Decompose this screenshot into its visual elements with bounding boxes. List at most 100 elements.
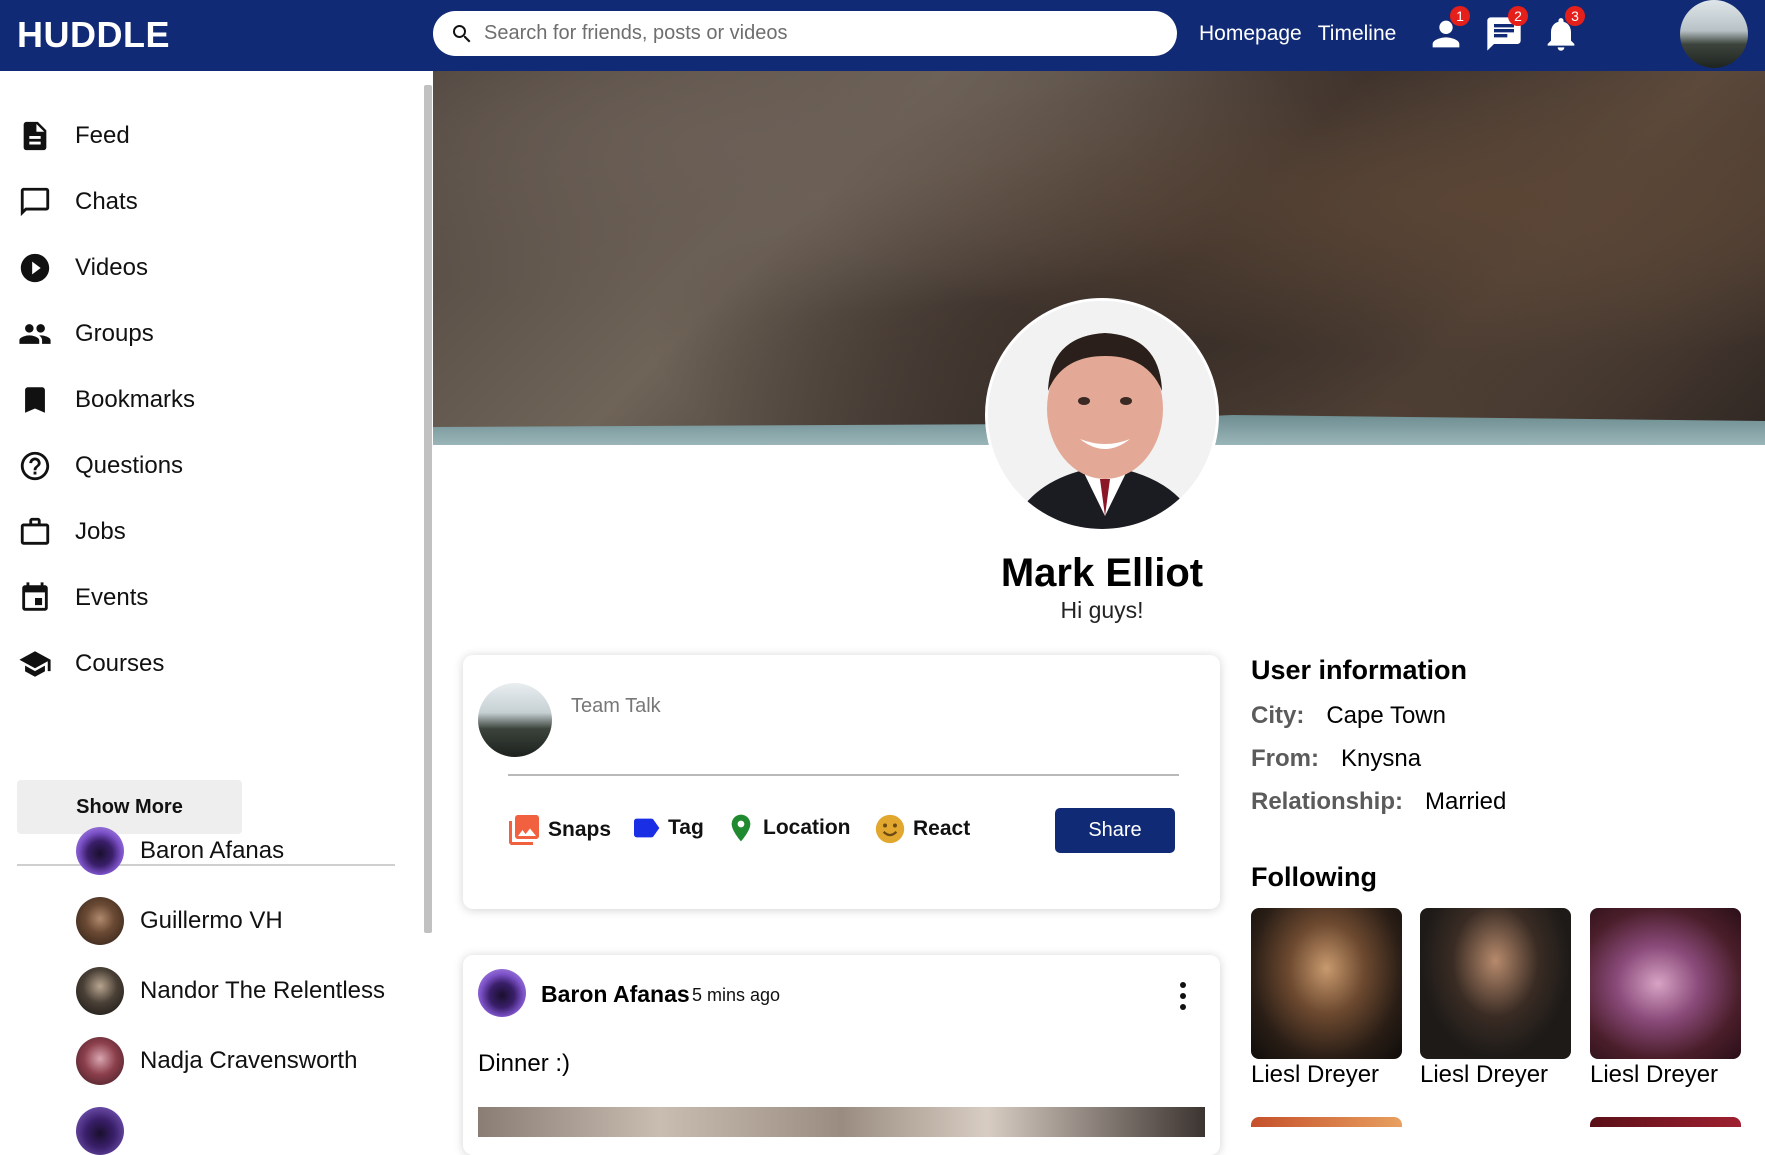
info-value: Knysna bbox=[1341, 745, 1422, 772]
search-bar[interactable] bbox=[433, 11, 1177, 56]
school-icon bbox=[19, 651, 51, 677]
avatar bbox=[76, 967, 124, 1015]
following-name: Liesl Dreyer bbox=[1590, 1061, 1719, 1088]
following-name: Liesl Dreyer bbox=[1251, 1061, 1380, 1088]
following-photo bbox=[1420, 908, 1571, 1059]
friend-list-item[interactable]: Baron Afanas bbox=[76, 827, 284, 875]
sidebar-item-jobs[interactable]: Jobs bbox=[18, 512, 126, 552]
info-row-relationship: Relationship: Married bbox=[1251, 788, 1506, 816]
following-card[interactable]: Liesl Dreyer bbox=[1420, 908, 1571, 1089]
react-option[interactable]: React bbox=[873, 812, 970, 846]
app-logo[interactable]: HUDDLE bbox=[17, 14, 170, 56]
profile-name: Mark Elliot bbox=[1000, 551, 1204, 595]
following-name: Liesl Dreyer bbox=[1420, 1061, 1549, 1088]
post-composer: Team Talk Snaps Tag Location React Share bbox=[463, 655, 1220, 909]
following-card-partial[interactable] bbox=[1251, 1117, 1402, 1127]
sidebar-item-bookmarks[interactable]: Bookmarks bbox=[18, 380, 195, 420]
photo-library-icon bbox=[509, 815, 539, 845]
tag-option[interactable]: Tag bbox=[630, 812, 704, 844]
friend-name: Nandor The Relentless bbox=[140, 977, 386, 1004]
bookmark-icon bbox=[25, 387, 45, 413]
share-button[interactable]: Share bbox=[1055, 808, 1175, 853]
search-icon bbox=[453, 24, 471, 42]
sidebar-scrollbar[interactable] bbox=[424, 85, 432, 933]
top-bar: HUDDLE Homepage Timeline 1 2 3 bbox=[0, 0, 1765, 71]
more-vert-icon bbox=[1180, 982, 1186, 1010]
sidebar-item-label: Chats bbox=[75, 188, 138, 215]
friend-requests-badge: 1 bbox=[1450, 6, 1470, 26]
profile-portrait bbox=[988, 301, 1216, 529]
chat-icon bbox=[20, 187, 50, 217]
post-text: Dinner :) bbox=[478, 1050, 571, 1077]
option-label: Snaps bbox=[548, 818, 612, 841]
messages-button[interactable]: 2 bbox=[1484, 6, 1528, 54]
following-photo bbox=[1590, 908, 1741, 1059]
info-row-city: City: Cape Town bbox=[1251, 702, 1446, 730]
friend-name: Guillermo VH bbox=[140, 907, 283, 934]
sidebar-item-label: Videos bbox=[75, 254, 148, 281]
info-key: From: bbox=[1251, 745, 1319, 772]
following-photo bbox=[1251, 908, 1402, 1059]
feed-post: Baron Afanas 5 mins ago Dinner :) bbox=[463, 955, 1220, 1155]
smiley-icon bbox=[875, 814, 905, 844]
feed-icon bbox=[23, 121, 47, 151]
sidebar-item-label: Groups bbox=[75, 320, 154, 347]
location-option[interactable]: Location bbox=[725, 812, 851, 844]
nav-timeline-link[interactable]: Timeline bbox=[1318, 22, 1397, 46]
avatar bbox=[478, 683, 552, 757]
sidebar-item-courses[interactable]: Courses bbox=[18, 644, 164, 684]
sidebar-item-label: Events bbox=[75, 584, 149, 611]
user-avatar[interactable] bbox=[1680, 0, 1748, 68]
following-card[interactable]: Liesl Dreyer bbox=[1590, 908, 1741, 1089]
sidebar-item-feed[interactable]: Feed bbox=[18, 116, 130, 156]
friend-name: Baron Afanas bbox=[140, 837, 285, 864]
following-card[interactable]: Liesl Dreyer bbox=[1251, 908, 1402, 1089]
avatar bbox=[76, 827, 124, 875]
info-value: Cape Town bbox=[1326, 702, 1446, 729]
friend-list-item[interactable] bbox=[76, 1107, 124, 1155]
friend-list-item[interactable]: Guillermo VH bbox=[76, 897, 283, 945]
search-input[interactable] bbox=[484, 22, 1144, 45]
help-icon bbox=[20, 451, 50, 481]
friend-list-item[interactable]: Nandor The Relentless bbox=[76, 967, 385, 1015]
post-image[interactable] bbox=[478, 1107, 1205, 1137]
post-timestamp: 5 mins ago bbox=[692, 985, 781, 1005]
sidebar-item-label: Questions bbox=[75, 452, 184, 479]
work-icon bbox=[20, 517, 50, 545]
option-label: Location bbox=[763, 816, 851, 839]
snaps-option[interactable]: Snaps bbox=[506, 812, 611, 848]
post-menu-button[interactable] bbox=[1178, 981, 1188, 1016]
friend-list-item[interactable]: Nadja Cravensworth bbox=[76, 1037, 357, 1085]
show-more-button[interactable]: Show More bbox=[17, 780, 242, 834]
sidebar-item-chats[interactable]: Chats bbox=[18, 182, 138, 222]
sidebar-item-groups[interactable]: Groups bbox=[18, 314, 154, 354]
avatar[interactable] bbox=[478, 969, 526, 1017]
following-title: Following bbox=[1251, 862, 1377, 892]
profile-picture[interactable] bbox=[985, 298, 1219, 532]
friend-name: Nadja Cravensworth bbox=[140, 1047, 358, 1074]
composer-divider bbox=[508, 774, 1179, 776]
sidebar-item-questions[interactable]: Questions bbox=[18, 446, 183, 486]
info-key: City: bbox=[1251, 702, 1305, 729]
sidebar-item-events[interactable]: Events bbox=[18, 578, 148, 618]
option-label: React bbox=[913, 817, 971, 840]
following-card-partial[interactable] bbox=[1590, 1117, 1741, 1127]
sidebar-item-label: Jobs bbox=[75, 518, 126, 545]
option-label: Tag bbox=[668, 816, 704, 839]
messages-badge: 2 bbox=[1508, 6, 1528, 26]
avatar bbox=[76, 897, 124, 945]
location-pin-icon bbox=[731, 814, 751, 842]
nav-homepage-link[interactable]: Homepage bbox=[1199, 22, 1302, 46]
notifications-button[interactable]: 3 bbox=[1541, 6, 1585, 54]
play-icon bbox=[20, 253, 50, 283]
post-author[interactable]: Baron Afanas bbox=[541, 981, 690, 1008]
info-row-from: From: Knysna bbox=[1251, 745, 1421, 773]
label-icon bbox=[634, 818, 660, 838]
profile-status: Hi guys! bbox=[1060, 597, 1144, 623]
sidebar-item-label: Bookmarks bbox=[75, 386, 196, 413]
sidebar-item-videos[interactable]: Videos bbox=[18, 248, 148, 288]
composer-input[interactable]: Team Talk bbox=[571, 695, 661, 718]
sidebar-item-label: Feed bbox=[75, 122, 130, 149]
friend-requests-button[interactable]: 1 bbox=[1426, 6, 1470, 54]
info-key: Relationship: bbox=[1251, 788, 1404, 815]
